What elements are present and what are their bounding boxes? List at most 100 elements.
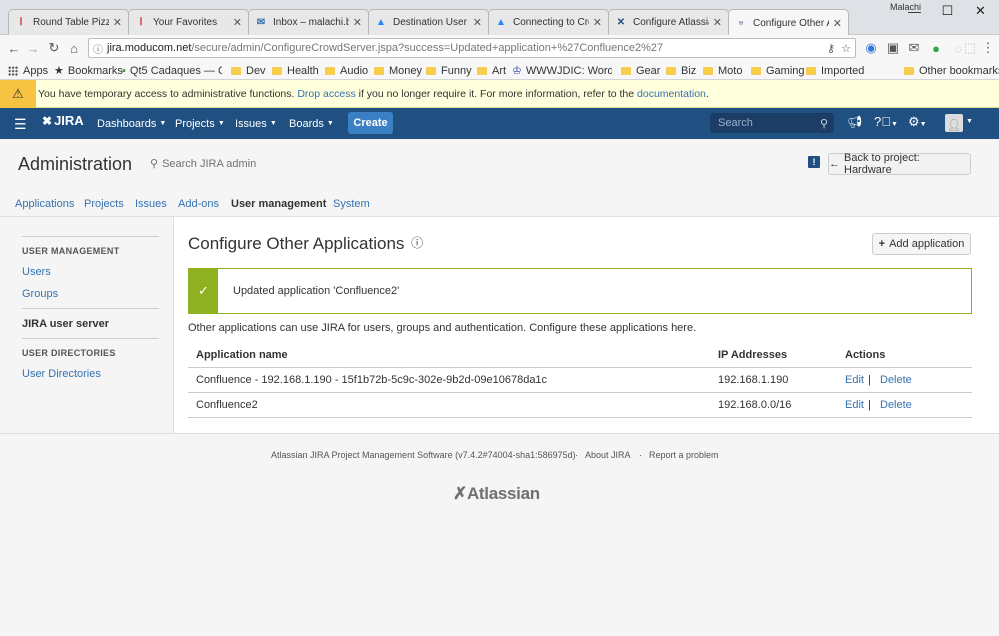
bookmark-other[interactable]: Other bookmarks bbox=[904, 63, 999, 78]
close-tab-icon[interactable]: ✕ bbox=[833, 17, 842, 30]
help-icon[interactable]: ?⃝▼ bbox=[874, 114, 898, 129]
atlassian-logo[interactable]: ✗Atlassian bbox=[453, 484, 540, 504]
tab-title: Inbox – malachi.bur bbox=[273, 17, 349, 28]
maximize-icon[interactable]: ☐ bbox=[931, 0, 964, 22]
tab-user-management[interactable]: User management bbox=[231, 198, 326, 210]
address-bar[interactable]: ⓘ jira.moducom.net/secure/admin/Configur… bbox=[88, 38, 856, 58]
help-icon[interactable]: ⓘ bbox=[411, 236, 423, 250]
chevron-down-icon: ▼ bbox=[269, 120, 277, 127]
nav-dashboards[interactable]: Dashboards ▼ bbox=[97, 108, 166, 139]
sidebar-divider bbox=[22, 338, 159, 339]
tab-title: Round Table Pizza C bbox=[33, 17, 109, 28]
app-switcher-icon[interactable]: ☰ bbox=[14, 116, 27, 133]
create-button[interactable]: Create bbox=[348, 112, 393, 134]
bookmark-funny[interactable]: Funny bbox=[426, 63, 472, 78]
delete-link[interactable]: Delete bbox=[880, 399, 912, 411]
folder-icon bbox=[621, 66, 631, 75]
column-header: Actions bbox=[845, 349, 886, 361]
jira-logo[interactable]: ✖ JIRA bbox=[42, 113, 84, 128]
close-window-icon[interactable]: ✕ bbox=[964, 0, 997, 22]
evernote-icon[interactable]: ● bbox=[927, 39, 945, 57]
close-tab-icon[interactable]: ✕ bbox=[233, 16, 242, 29]
bookmark-biz[interactable]: Biz bbox=[666, 63, 696, 78]
documentation-link[interactable]: documentation bbox=[637, 88, 706, 100]
back-arrow-icon[interactable]: ← bbox=[5, 39, 23, 57]
tab-applications[interactable]: Applications bbox=[15, 198, 74, 210]
admin-search-input[interactable]: ⚲ Search JIRA admin bbox=[150, 157, 256, 170]
briefcase-icon[interactable]: ▣ bbox=[884, 39, 902, 57]
star-icon[interactable]: ☆ bbox=[841, 42, 851, 55]
nav-boards[interactable]: Boards ▼ bbox=[289, 108, 334, 139]
page-icon: ▪ bbox=[122, 64, 126, 77]
close-tab-icon[interactable]: ✕ bbox=[353, 16, 362, 29]
delete-link[interactable]: Delete bbox=[880, 374, 912, 386]
forward-arrow-icon[interactable]: → bbox=[24, 39, 42, 57]
bookmark-money[interactable]: Money bbox=[374, 63, 422, 78]
browser-tab-active[interactable]: ♅ Configure Other Ap ✕ bbox=[728, 9, 849, 36]
tab-system[interactable]: System bbox=[333, 198, 370, 210]
add-application-button[interactable]: + Add application bbox=[872, 233, 971, 255]
bookmark-bookmarks[interactable]: ★ Bookmarks bbox=[54, 63, 123, 78]
bookmark-gaming[interactable]: Gaming bbox=[751, 63, 805, 78]
reload-icon[interactable]: ↻ bbox=[45, 39, 63, 57]
banner-text: . bbox=[705, 87, 709, 100]
bookmark-gear[interactable]: Gear bbox=[621, 63, 660, 78]
gear-icon[interactable]: ⚙▼ bbox=[908, 114, 927, 130]
minimize-icon[interactable]: — bbox=[898, 0, 931, 22]
tab-issues[interactable]: Issues bbox=[135, 198, 167, 210]
sidebar-item-users[interactable]: Users bbox=[22, 266, 51, 278]
browser-tab[interactable]: ✕ Configure Atlassian ✕ bbox=[608, 9, 729, 35]
home-icon[interactable]: ⌂ bbox=[65, 39, 83, 57]
column-header: Application name bbox=[196, 349, 288, 361]
close-tab-icon[interactable]: ✕ bbox=[593, 16, 602, 29]
browser-tab[interactable]: ا Round Table Pizza C ✕ bbox=[8, 9, 129, 35]
tab-title: Destination User Di bbox=[393, 17, 469, 28]
browser-tab[interactable]: ا Your Favorites ✕ bbox=[128, 9, 249, 35]
browser-tab[interactable]: ▲ Connecting to Crow ✕ bbox=[488, 9, 609, 35]
drop-access-link[interactable]: Drop access bbox=[297, 88, 355, 100]
key-icon[interactable]: ⚷ bbox=[827, 42, 835, 55]
report-problem-link[interactable]: Report a problem bbox=[649, 450, 719, 460]
mail-extension-icon[interactable]: ✉ bbox=[905, 39, 923, 57]
back-to-project-button[interactable]: ← Back to project: Hardware bbox=[828, 152, 971, 176]
sidebar-item-jira-user-server[interactable]: JIRA user server bbox=[22, 318, 109, 330]
close-tab-icon[interactable]: ✕ bbox=[473, 16, 482, 29]
sidebar-item-groups[interactable]: Groups bbox=[22, 288, 58, 300]
bookmark-qt5[interactable]: ▪Qt5 Cadaques — Qt5 bbox=[122, 63, 222, 78]
tab-add-ons[interactable]: Add-ons bbox=[178, 198, 219, 210]
edit-link[interactable]: Edit bbox=[845, 374, 864, 386]
sidebar-item-user-directories[interactable]: User Directories bbox=[22, 368, 101, 380]
bookmark-health[interactable]: Health bbox=[272, 63, 319, 78]
close-tab-icon[interactable]: ✕ bbox=[113, 16, 122, 29]
bookmark-art[interactable]: Art bbox=[477, 63, 506, 78]
bookmark-imported[interactable]: Imported bbox=[806, 63, 864, 78]
avatar[interactable]: 👤︎ bbox=[945, 114, 963, 132]
info-icon[interactable]: ⓘ bbox=[93, 41, 103, 56]
menu-dots-icon[interactable]: ⋮ bbox=[979, 39, 997, 57]
folder-icon bbox=[666, 66, 676, 75]
crowd-icon: ✕ bbox=[616, 17, 626, 28]
edit-link[interactable]: Edit bbox=[845, 399, 864, 411]
browser-tab[interactable]: ✉ Inbox – malachi.bur ✕ bbox=[248, 9, 369, 35]
bookmark-audio[interactable]: Audio bbox=[325, 63, 368, 78]
chevron-down-icon[interactable]: ▼ bbox=[966, 118, 973, 125]
bookmark-wwwjdic[interactable]: ♔WWWJDIC: Word Sea bbox=[512, 63, 612, 78]
screenshot-extension-icon[interactable]: ⬚ bbox=[961, 39, 979, 57]
nav-projects[interactable]: Projects ▼ bbox=[175, 108, 225, 139]
nav-issues[interactable]: Issues ▼ bbox=[235, 108, 277, 139]
jira-search-input[interactable]: Search ⚲ bbox=[710, 113, 834, 133]
bookmark-moto[interactable]: Moto bbox=[703, 63, 742, 78]
close-tab-icon[interactable]: ✕ bbox=[713, 16, 722, 29]
folder-icon bbox=[426, 66, 436, 75]
tab-projects[interactable]: Projects bbox=[84, 198, 124, 210]
feedback-icon[interactable]: ! bbox=[808, 156, 820, 168]
browser-tab[interactable]: ▲ Destination User Di ✕ bbox=[368, 9, 489, 35]
footer-software: Atlassian JIRA Project Management Softwa… bbox=[271, 450, 576, 460]
megaphone-icon[interactable]: 📢︎ bbox=[847, 115, 862, 129]
extension-icon[interactable]: ◉ bbox=[862, 39, 880, 57]
about-jira-link[interactable]: About JIRA bbox=[585, 450, 631, 460]
tab-title: Your Favorites bbox=[153, 17, 218, 28]
success-message: ✓ Updated application 'Confluence2' bbox=[188, 268, 972, 314]
bookmark-dev[interactable]: Dev bbox=[231, 63, 266, 78]
bookmark-apps[interactable]: Apps bbox=[8, 63, 48, 78]
